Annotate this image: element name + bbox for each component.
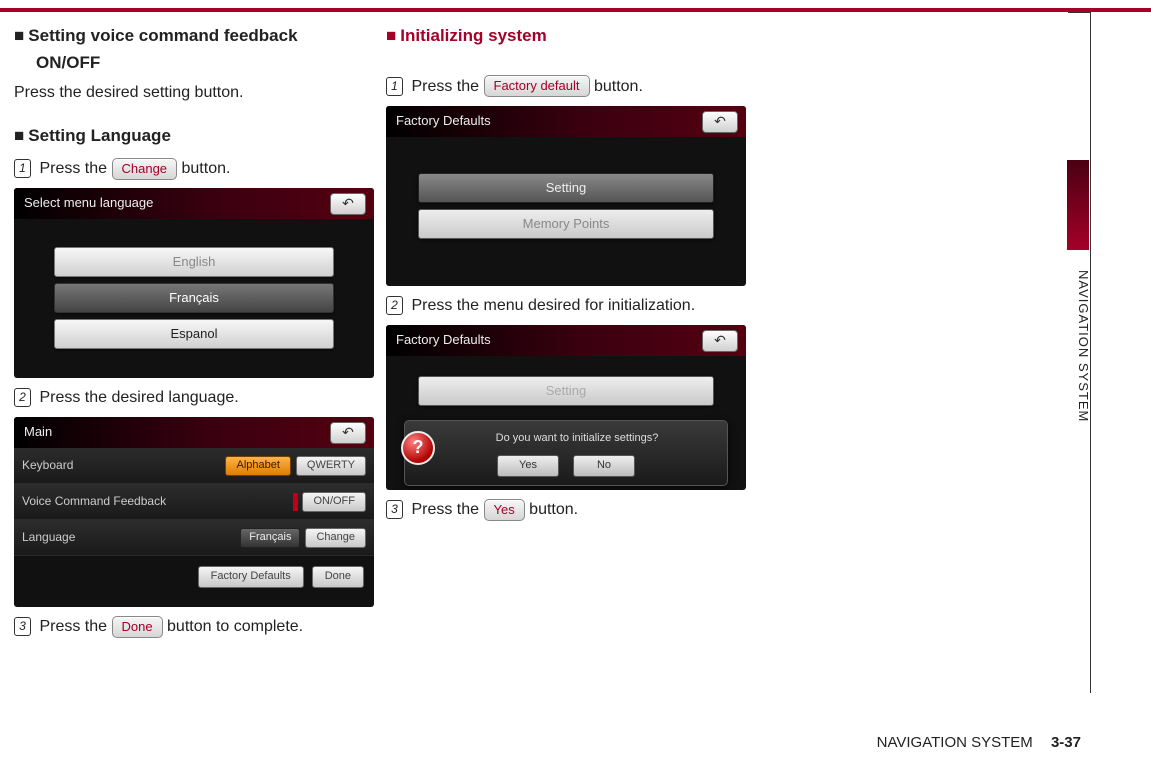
square-bullet-icon: ■: [386, 26, 396, 45]
step-1-factory-default: 1 Press the Factory default button.: [386, 75, 746, 98]
done-button[interactable]: Done: [312, 566, 364, 588]
confirm-dialog: ? Do you want to initialize settings? Ye…: [404, 420, 728, 486]
step-text: button.: [594, 78, 643, 95]
step-2-pick-language: 2 Press the desired language.: [14, 386, 374, 409]
step-text: Press the: [411, 501, 479, 518]
footer-section: NAVIGATION SYSTEM: [877, 734, 1033, 751]
back-icon[interactable]: ↶: [702, 111, 738, 133]
screenshot-factory-defaults-menu: Factory Defaults ↶ Setting Memory Points: [386, 106, 746, 286]
step-number-3: 3: [14, 617, 31, 636]
panel-title: Select menu language: [14, 188, 374, 219]
row-keyboard: Keyboard Alphabet QWERTY: [14, 448, 374, 484]
heading-text: Initializing system: [400, 26, 546, 45]
row-label: Language: [22, 529, 240, 546]
fd-option-setting-dimmed: Setting: [418, 376, 714, 406]
back-icon[interactable]: ↶: [330, 193, 366, 215]
step-text: button to complete.: [167, 618, 303, 635]
heading-initializing-system: ■Initializing system: [386, 24, 746, 49]
confirm-no-button[interactable]: No: [573, 455, 635, 477]
top-accent-bar: [0, 8, 1151, 12]
keyboard-option-alphabet[interactable]: Alphabet: [225, 456, 290, 476]
side-tab-gradient: [1067, 160, 1089, 250]
back-icon[interactable]: ↶: [702, 330, 738, 352]
step-text: button.: [182, 160, 231, 177]
heading-text: Setting voice command feedback: [28, 26, 297, 45]
row-label: Keyboard: [22, 457, 225, 474]
question-icon: ?: [401, 431, 435, 465]
onoff-label: ON/OFF: [302, 492, 366, 512]
factory-defaults-button[interactable]: Factory Defaults: [198, 566, 304, 588]
factory-default-button[interactable]: Factory default: [484, 75, 590, 97]
screenshot-select-language: Select menu language ↶ English Français …: [14, 188, 374, 378]
step-number-2: 2: [14, 388, 31, 407]
change-button[interactable]: Change: [112, 158, 178, 180]
screenshot-factory-defaults-confirm: Factory Defaults ↶ Setting ? Do you want…: [386, 325, 746, 490]
step-text: Press the: [39, 618, 107, 635]
row-label: Voice Command Feedback: [22, 493, 293, 510]
row-language: Language Français Change: [14, 520, 374, 556]
step-3-done: 3 Press the Done button to complete.: [14, 615, 374, 638]
step-1-change: 1 Press the Change button.: [14, 157, 374, 180]
change-language-button[interactable]: Change: [305, 528, 366, 548]
voice-feedback-instruction: Press the desired setting button.: [14, 81, 374, 104]
heading-voice-feedback-line2: ON/OFF: [14, 51, 374, 76]
language-value: Français: [240, 528, 300, 548]
square-bullet-icon: ■: [14, 126, 24, 145]
heading-voice-feedback: ■Setting voice command feedback: [14, 24, 374, 49]
side-tab-label: NAVIGATION SYSTEM: [1069, 270, 1091, 422]
step-text: Press the: [411, 78, 479, 95]
step-2-pick-menu: 2 Press the menu desired for initializat…: [386, 294, 746, 317]
square-bullet-icon: ■: [14, 26, 24, 45]
screenshot-main-settings: Main ↶ Keyboard Alphabet QWERTY Voice Co…: [14, 417, 374, 607]
heading-setting-language: ■Setting Language: [14, 124, 374, 149]
back-icon[interactable]: ↶: [330, 422, 366, 444]
panel-title: Factory Defaults: [386, 325, 746, 356]
step-number-1: 1: [386, 77, 403, 96]
fd-option-memory-points[interactable]: Memory Points: [418, 209, 714, 239]
language-option-francais[interactable]: Français: [54, 283, 334, 313]
confirm-message: Do you want to initialize settings?: [415, 427, 717, 455]
step-number-3: 3: [386, 500, 403, 519]
confirm-yes-button[interactable]: Yes: [497, 455, 559, 477]
done-button-pill[interactable]: Done: [112, 616, 163, 638]
keyboard-option-qwerty[interactable]: QWERTY: [296, 456, 366, 476]
fd-option-setting[interactable]: Setting: [418, 173, 714, 203]
yes-button-pill[interactable]: Yes: [484, 499, 525, 521]
step-3-yes: 3 Press the Yes button.: [386, 498, 746, 521]
step-number-2: 2: [386, 296, 403, 315]
page-footer: NAVIGATION SYSTEM 3-37: [877, 734, 1081, 751]
step-text: Press the: [39, 160, 107, 177]
row-voice-feedback: Voice Command Feedback ON/OFF: [14, 484, 374, 520]
step-number-1: 1: [14, 159, 31, 178]
language-option-english[interactable]: English: [54, 247, 334, 277]
indicator-bar-icon: [293, 493, 298, 511]
language-option-espanol[interactable]: Espanol: [54, 319, 334, 349]
panel-title: Main: [14, 417, 374, 448]
step-text: Press the menu desired for initializatio…: [411, 297, 695, 314]
step-text: button.: [529, 501, 578, 518]
voice-onoff-toggle[interactable]: ON/OFF: [293, 492, 366, 512]
panel-title: Factory Defaults: [386, 106, 746, 137]
footer-page-number: 3-37: [1051, 734, 1081, 751]
heading-text: Setting Language: [28, 126, 171, 145]
step-text: Press the desired language.: [39, 389, 238, 406]
